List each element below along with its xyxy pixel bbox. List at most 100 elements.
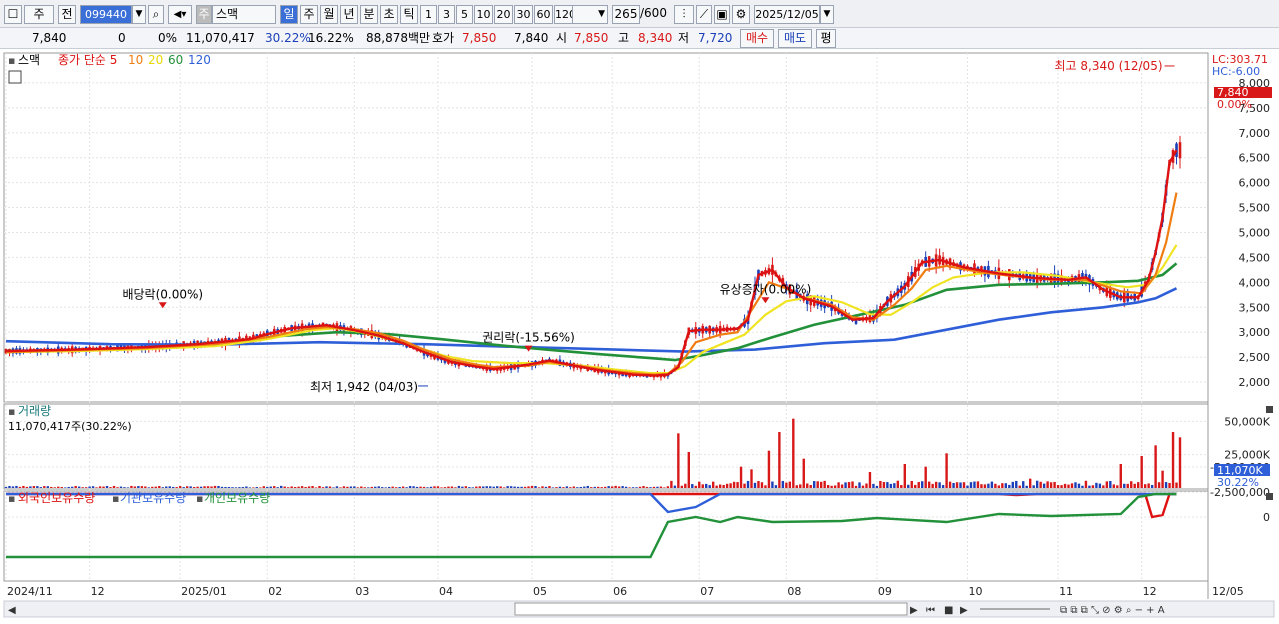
max-count: /600: [640, 6, 667, 20]
x-tick-label: 2025/01: [181, 585, 227, 598]
tool-icons[interactable]: ⧉ ⧉ ⧉ ⤡ ⊘ ⚙ ⌕ − + A: [1060, 605, 1165, 616]
menu-icon[interactable]: ☐: [4, 5, 22, 24]
volume-panel-close-icon[interactable]: [1266, 406, 1273, 413]
volume-bar: [840, 484, 844, 488]
stock-code-input[interactable]: 099440: [80, 5, 132, 24]
volume-bar: [1081, 485, 1084, 488]
volume-bar: [541, 486, 544, 488]
interval-tab-5[interactable]: 30: [514, 5, 533, 24]
period-tab-6[interactable]: 틱: [400, 5, 418, 24]
volume-bar: [321, 487, 325, 488]
period-tab-3[interactable]: 년: [340, 5, 358, 24]
volume-bar: [464, 486, 468, 488]
period-tab-1[interactable]: 주: [300, 5, 318, 24]
rewind-icon[interactable]: ⏮: [926, 605, 935, 616]
volume-bar: [924, 466, 927, 488]
volume-bar: [468, 487, 471, 488]
volume-bar: [670, 480, 673, 488]
volume-bar: [1116, 485, 1119, 488]
volume-bar: [1133, 483, 1136, 488]
gear-icon[interactable]: ⚙: [732, 5, 750, 24]
volume-bar: [280, 485, 283, 488]
interval-tab-6[interactable]: 60: [534, 5, 553, 24]
volume-bar: [1077, 483, 1081, 488]
volume-bar: [1136, 482, 1140, 488]
market-type-select[interactable]: 주: [24, 5, 54, 24]
volume-bar: [771, 481, 774, 488]
volume-bar: [806, 483, 809, 488]
volume-bar: [663, 487, 666, 488]
volume-bar: [363, 487, 367, 488]
volume-bar: [795, 485, 798, 488]
volume-bar: [537, 487, 541, 488]
volume-bar: [426, 487, 429, 488]
volume-bar: [1035, 480, 1039, 488]
volume-bar: [628, 487, 631, 488]
interval-dropdown[interactable]: ▼: [572, 5, 608, 24]
volume-bar: [185, 486, 189, 488]
volume-bar: [813, 481, 816, 488]
svg-text:권리락(-15.56%): 권리락(-15.56%): [482, 331, 575, 345]
save-icon[interactable]: ▣: [714, 5, 730, 24]
code-dropdown-icon[interactable]: ▼: [132, 5, 146, 24]
volume-bar: [882, 482, 886, 488]
volume-bar: [520, 486, 523, 488]
volume-bar: [18, 486, 22, 488]
volume-bar: [381, 487, 384, 488]
open-label: 시: [556, 31, 568, 45]
period-tab-2[interactable]: 월: [320, 5, 338, 24]
volume-bar: [384, 487, 387, 488]
investor-handle-icon[interactable]: ▪: [8, 492, 15, 505]
date-input[interactable]: 2025/12/05: [754, 5, 820, 24]
interval-tab-0[interactable]: 1: [420, 5, 437, 24]
volume-bar: [1102, 485, 1105, 488]
speaker-icon[interactable]: ◀▾: [168, 5, 192, 24]
volume-bar: [1161, 470, 1164, 488]
volume-bar: [346, 486, 349, 488]
panel-handle-icon[interactable]: ▪: [8, 54, 15, 67]
volume-bar: [1056, 485, 1060, 488]
line-tool-icon[interactable]: ⟋: [696, 5, 712, 24]
scrollbar-thumb[interactable]: [514, 602, 908, 616]
volume-bar: [43, 486, 46, 488]
stock-name-field[interactable]: 스맥: [212, 5, 276, 24]
volume-title: 거래량: [18, 404, 51, 418]
x-tick-label: 07: [700, 585, 714, 598]
prev-button[interactable]: 전: [58, 5, 76, 24]
average-button[interactable]: 평: [816, 29, 836, 48]
volume-bar: [969, 482, 973, 488]
search-icon[interactable]: ⌕: [148, 5, 164, 24]
stop-icon[interactable]: ■: [944, 605, 953, 616]
volume-bar: [927, 481, 931, 488]
volume-bar: [471, 487, 475, 488]
volume-bar: [785, 482, 788, 488]
period-tab-4[interactable]: 분: [360, 5, 378, 24]
scroll-left-icon[interactable]: ◀: [8, 605, 16, 616]
candle-icon[interactable]: ⫶: [674, 5, 694, 24]
play-icon[interactable]: ▶: [960, 605, 968, 616]
x-tick-label: 09: [878, 585, 892, 598]
table-icon[interactable]: [8, 70, 22, 84]
volume-bar: [1095, 482, 1098, 488]
volume-bar: [161, 487, 164, 488]
volume-bar: [433, 486, 436, 488]
volume-bar: [691, 484, 694, 488]
interval-tab-4[interactable]: 20: [494, 5, 513, 24]
interval-tab-3[interactable]: 10: [474, 5, 493, 24]
volume-bar: [116, 487, 119, 488]
sell-button[interactable]: 매도: [778, 29, 812, 48]
period-tab-0[interactable]: 일: [280, 5, 298, 24]
scroll-right-icon[interactable]: ▶: [910, 605, 918, 616]
volume-bar: [830, 485, 833, 488]
volume-bar: [178, 486, 182, 488]
investor-panel-close-icon[interactable]: [1266, 493, 1273, 500]
buy-button[interactable]: 매수: [740, 29, 774, 48]
date-dropdown-icon[interactable]: ▼: [820, 5, 834, 24]
volume-handle-icon[interactable]: ▪: [8, 405, 15, 418]
volume-bar: [1029, 478, 1032, 488]
volume-bar: [1074, 482, 1077, 488]
interval-tab-1[interactable]: 3: [438, 5, 455, 24]
count-input[interactable]: 265: [612, 5, 640, 24]
interval-tab-2[interactable]: 5: [456, 5, 473, 24]
period-tab-5[interactable]: 초: [380, 5, 398, 24]
